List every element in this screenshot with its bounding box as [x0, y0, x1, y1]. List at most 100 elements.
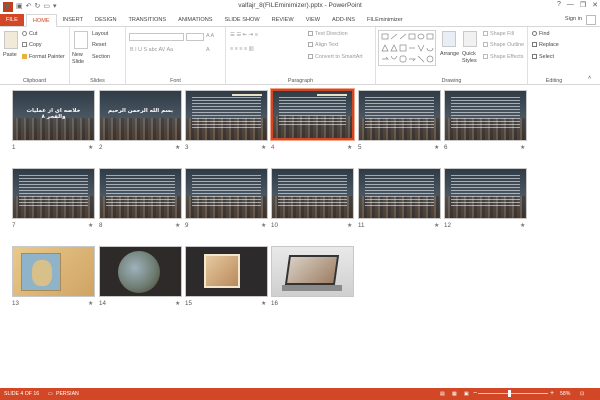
help-button[interactable]: ? [557, 1, 561, 9]
slide-thumbnail-11[interactable] [358, 168, 441, 219]
slide-thumbnail-7[interactable] [12, 168, 95, 219]
painting-image [204, 254, 240, 288]
quick-styles-icon[interactable] [463, 31, 477, 47]
restore-button[interactable]: ❐ [580, 1, 586, 9]
font-group-label: Font [170, 78, 181, 84]
slide-text-lines [365, 97, 434, 128]
select-button[interactable]: Select [532, 54, 554, 60]
align-text-icon [308, 42, 313, 47]
list-buttons[interactable]: ☰ ☰ ⇤ ⇥ ≡ [230, 32, 258, 38]
slide-thumbnail-4[interactable] [270, 88, 355, 141]
font-size-combo[interactable] [186, 33, 204, 41]
slide-number: 9 [185, 222, 189, 229]
tab-add-ins[interactable]: ADD-INS [326, 14, 361, 26]
slide-thumbnail-1[interactable]: خلاصه ای از عملیات والفجر ۸ [12, 90, 95, 141]
shape-effects-button[interactable]: Shape Effects [483, 54, 523, 60]
close-button[interactable]: ✕ [592, 1, 598, 9]
fit-to-window-icon[interactable]: ⊡ [580, 391, 584, 397]
font-format-buttons[interactable]: B I U S abc AV Aa [130, 47, 173, 53]
slide-thumbnail-10[interactable] [271, 168, 354, 219]
paste-button[interactable]: Paste [3, 52, 17, 58]
slide-thumbnail-8[interactable] [99, 168, 182, 219]
slideshow-view-icon[interactable]: ▣ [464, 391, 469, 397]
cut-button[interactable]: Cut [22, 31, 37, 37]
format-painter-button[interactable]: Format Painter [22, 54, 65, 60]
quick-styles-button[interactable]: Quick Styles [462, 51, 482, 65]
slide-thumbnail-3[interactable] [185, 90, 268, 141]
slide-thumbnail-13[interactable] [12, 246, 95, 297]
account-icon[interactable] [586, 15, 596, 25]
star-icon: ★ [88, 144, 94, 151]
tab-file[interactable]: FILE [0, 14, 24, 26]
font-name-combo[interactable] [129, 33, 184, 41]
zoom-in-button[interactable]: + [550, 390, 554, 397]
slide-sorter-view-icon[interactable]: ▦ [452, 391, 457, 397]
tab-fileminimizer[interactable]: FILEminimizer [361, 14, 409, 26]
slide-number: 8 [99, 222, 103, 229]
font-grow-icon[interactable]: A A [206, 33, 214, 39]
shape-outline-label: Shape Outline [490, 42, 525, 48]
replace-button[interactable]: Replace [532, 42, 559, 48]
star-icon: ★ [175, 300, 181, 307]
tab-slide-show[interactable]: SLIDE SHOW [219, 14, 266, 26]
slide-thumbnail-2[interactable]: بسم الله الرحمن الرحیم [99, 90, 182, 141]
slide-number: 2 [99, 144, 103, 151]
section-button[interactable]: Section [92, 54, 110, 60]
tab-animations[interactable]: ANIMATIONS [172, 14, 218, 26]
new-slide-icon[interactable] [74, 31, 88, 49]
arrange-button[interactable]: Arrange [440, 51, 459, 57]
tab-design[interactable]: DESIGN [89, 14, 122, 26]
convert-smartart-button[interactable]: Convert to SmartArt [308, 54, 363, 60]
shape-fill-button[interactable]: Shape Fill [483, 31, 514, 37]
language-indicator[interactable]: PERSIAN [56, 391, 79, 397]
align-text-button[interactable]: Align Text [308, 42, 338, 48]
slide-thumbnail-16[interactable] [271, 246, 354, 297]
zoom-slider-handle[interactable] [508, 390, 511, 397]
collapse-ribbon-icon[interactable]: ˄ [588, 75, 591, 81]
sign-in-link[interactable]: Sign in [565, 16, 582, 22]
paragraph-group: ☰ ☰ ⇤ ⇥ ≡ ≡ ≡ ≡ ≡ ▥ Text Direction Align… [226, 27, 376, 85]
clipboard-group: Paste Cut Copy Format Painter Clipboard [0, 27, 70, 85]
layout-button[interactable]: Layout [92, 31, 108, 37]
cut-label: Cut [29, 31, 38, 37]
tab-insert[interactable]: INSERT [57, 14, 89, 26]
slide-thumbnail-12[interactable] [444, 168, 527, 219]
align-buttons[interactable]: ≡ ≡ ≡ ≡ ▥ [230, 46, 254, 52]
arrange-icon[interactable] [442, 31, 456, 47]
slide-thumbnail-15[interactable] [185, 246, 268, 297]
zoom-out-button[interactable]: − [473, 390, 477, 397]
find-label: Find [539, 31, 550, 37]
zoom-slider[interactable] [478, 393, 548, 394]
map-image [21, 253, 61, 291]
language-indicator-icon[interactable]: ▭ [48, 391, 53, 397]
slide-text-lines [106, 175, 175, 206]
tab-home[interactable]: HOME [25, 14, 57, 27]
tab-review[interactable]: REVIEW [266, 14, 300, 26]
paintbrush-icon [22, 54, 27, 59]
slide-thumbnail-14[interactable] [99, 246, 182, 297]
slide-title: خلاصه ای از عملیات والفجر ۸ [26, 108, 81, 120]
slide-text-lines [19, 175, 88, 206]
shape-outline-button[interactable]: Shape Outline [483, 42, 524, 48]
reset-button[interactable]: Reset [92, 42, 106, 48]
slide-thumbnail-6[interactable] [444, 90, 527, 141]
minimize-button[interactable]: — [567, 1, 574, 9]
ribbon-tabs: FILE HOME INSERT DESIGN TRANSITIONS ANIM… [0, 14, 600, 27]
editing-group: Find Replace Select Editing [528, 27, 580, 85]
find-button[interactable]: Find [532, 31, 550, 37]
shapes-gallery[interactable] [378, 30, 436, 66]
paste-icon[interactable] [4, 31, 18, 49]
zoom-level[interactable]: 58% [560, 391, 570, 397]
circular-photo [118, 251, 160, 293]
copy-button[interactable]: Copy [22, 42, 42, 48]
font-color-icon[interactable]: A [206, 47, 210, 53]
slide-thumbnail-5[interactable] [358, 90, 441, 141]
text-direction-button[interactable]: Text Direction [308, 31, 348, 37]
tab-transitions[interactable]: TRANSITIONS [122, 14, 172, 26]
tab-view[interactable]: VIEW [300, 14, 326, 26]
smartart-icon [308, 54, 313, 59]
slide-thumbnail-9[interactable] [185, 168, 268, 219]
new-slide-button[interactable]: New Slide [72, 52, 94, 66]
slide-number: 15 [185, 300, 192, 307]
normal-view-icon[interactable]: ▤ [440, 391, 445, 397]
